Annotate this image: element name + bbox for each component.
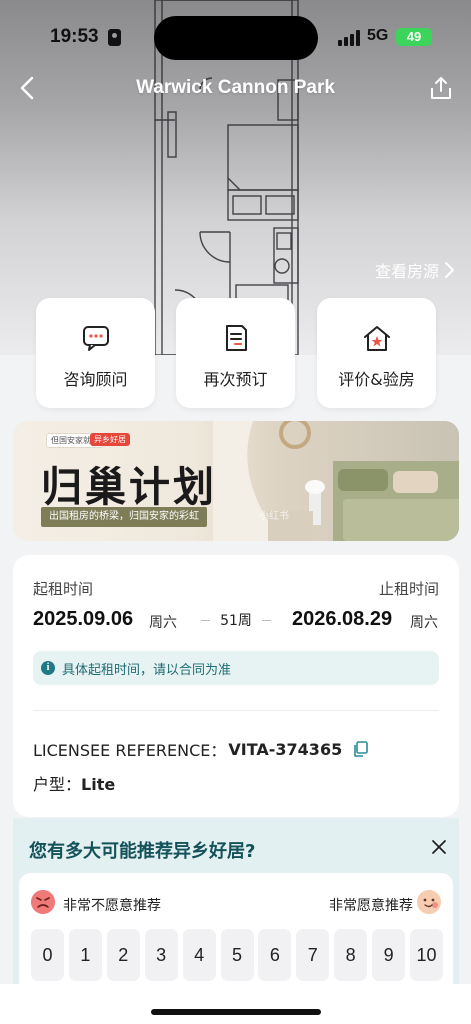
banner-watermark: 小红书 (259, 511, 289, 522)
score-6-button[interactable]: 6 (258, 929, 292, 981)
score-5-button[interactable]: 5 (220, 929, 254, 981)
banner-title: 归巢计划 (41, 463, 217, 511)
score-options: 0 1 2 3 4 5 6 7 8 9 10 (31, 929, 443, 981)
score-1-button[interactable]: 1 (68, 929, 102, 981)
promo-banner[interactable]: 但国安家就上 异乡好居 归巢计划 出国租房的桥梁，归国安家的彩虹 小红书 (13, 421, 459, 541)
survey-question: 您有多大可能推荐异乡好居? (29, 841, 256, 862)
score-4-button[interactable]: 4 (182, 929, 216, 981)
info-icon: i (41, 661, 55, 675)
review-inspect-label: 评价&验房 (338, 370, 415, 389)
divider (33, 710, 439, 711)
battery-indicator: 49 (396, 28, 432, 46)
banner-slogan: 出国租房的桥梁，归国安家的彩虹 (41, 507, 207, 527)
chevron-right-icon (445, 262, 454, 278)
start-weekday: 周六 (149, 615, 177, 631)
end-date: 2026.08.29 (292, 608, 393, 630)
network-type: 5G (367, 27, 389, 44)
score-3-button[interactable]: 3 (144, 929, 178, 981)
status-bar: 19:53 5G 49 (0, 0, 471, 72)
room-type-label: 户型： (33, 775, 82, 794)
review-inspect-button[interactable]: 评价&验房 (317, 298, 436, 408)
room-type-row: 户型：Lite (33, 771, 115, 795)
rebook-label: 再次预订 (203, 370, 268, 389)
lease-notice: i 具体起租时间，请以合同为准 (33, 651, 439, 685)
happy-face-icon (417, 890, 441, 914)
consult-advisor-label: 咨询顾问 (63, 370, 128, 389)
home-indicator-bar[interactable] (151, 1009, 321, 1015)
home-indicator-area (0, 984, 471, 1024)
reference-value: VITA-374365 (228, 739, 343, 759)
document-icon (226, 325, 247, 351)
status-time: 19:53 (50, 26, 99, 47)
share-icon[interactable] (427, 74, 455, 102)
page-title: Warwick Cannon Park (136, 77, 335, 98)
end-weekday: 周六 (410, 615, 438, 631)
chat-icon (83, 326, 109, 351)
house-star-icon (364, 326, 390, 351)
id-card-icon (108, 29, 121, 46)
quick-actions: 咨询顾问 再次预订 评价&验房 (36, 298, 436, 408)
angry-face-icon (31, 890, 55, 914)
reference-label: LICENSEE REFERENCE： (33, 741, 227, 760)
banner-room-image (213, 421, 459, 541)
signal-icon (338, 30, 360, 46)
room-type-value: Lite (81, 775, 116, 794)
rebook-button[interactable]: 再次预订 (176, 298, 295, 408)
banner-tag-right: 异乡好居 (90, 433, 130, 446)
score-2-button[interactable]: 2 (106, 929, 140, 981)
start-date-label: 起租时间 (33, 580, 94, 598)
lease-notice-text: 具体起租时间，请以合同为准 (62, 662, 232, 678)
score-9-button[interactable]: 9 (372, 929, 406, 981)
end-date-label: 止租时间 (378, 580, 439, 598)
consult-advisor-button[interactable]: 咨询顾问 (36, 298, 155, 408)
lease-info-card: 起租时间 止租时间 2025.09.06 周六 51周 2026.08.29 周… (13, 555, 459, 817)
lease-duration: 51周 (201, 610, 271, 630)
dynamic-island (154, 16, 318, 60)
score-0-button[interactable]: 0 (31, 929, 64, 981)
view-rooms-link[interactable]: 查看房源 (375, 258, 455, 282)
rating-card: 非常不愿意推荐 非常愿意推荐 0 1 2 3 4 5 6 7 8 9 10 (19, 873, 453, 998)
nps-survey: 您有多大可能推荐异乡好居? 非常不愿意推荐 非常愿意推荐 0 1 2 3 4 5… (13, 818, 459, 998)
high-score-label: 非常愿意推荐 (329, 898, 413, 914)
score-10-button[interactable]: 10 (410, 929, 443, 981)
view-rooms-label: 查看房源 (374, 262, 439, 281)
start-date: 2025.09.06 (33, 608, 134, 630)
score-7-button[interactable]: 7 (296, 929, 330, 981)
score-8-button[interactable]: 8 (334, 929, 368, 981)
close-icon[interactable] (431, 839, 447, 855)
licensee-reference-row: LICENSEE REFERENCE： VITA-374365 (33, 737, 369, 761)
copy-icon[interactable] (352, 741, 369, 757)
low-score-label: 非常不愿意推荐 (63, 898, 161, 914)
